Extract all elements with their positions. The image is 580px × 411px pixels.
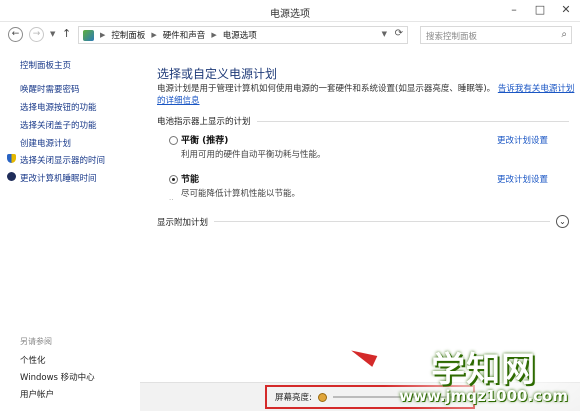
sidebar-item-lid[interactable]: 选择关闭盖子的功能 <box>20 119 97 131</box>
breadcrumb-item[interactable]: 电源选项 <box>223 29 257 41</box>
close-icon[interactable]: ✕ <box>560 4 572 16</box>
watermark-title: 学知网 <box>431 350 537 390</box>
plan-radio-balanced[interactable] <box>169 136 178 145</box>
title-bar: 电源选项 – □ ✕ <box>0 0 580 22</box>
divider <box>256 120 569 122</box>
search-input[interactable]: 搜索控制面板 ⌕ <box>420 26 572 44</box>
sidebar-item-sleep-time[interactable]: 更改计算机睡眠时间 <box>20 172 97 184</box>
plan-desc-power-saver: 尽可能降低计算机性能以节能。 <box>181 189 301 199</box>
separator-dots: ·· <box>169 196 174 204</box>
additional-plans-label[interactable]: 显示附加计划 <box>157 216 208 228</box>
see-also-user-accounts[interactable]: 用户帐户 <box>20 388 54 400</box>
address-bar: ← → ▼ ↑ ▶ 控制面板 ▶ 硬件和声音 ▶ 电源选项 ▼ ⟳ 搜索控制面板… <box>0 22 580 48</box>
moon-icon <box>7 172 16 181</box>
back-arrow-icon[interactable]: ← <box>8 27 23 42</box>
window-title: 电源选项 <box>270 9 310 20</box>
sidebar: 控制面板主页 唤醒时需要密码 选择电源按钮的功能 选择关闭盖子的功能 创建电源计… <box>0 48 140 411</box>
chevron-right-icon[interactable]: ▶ <box>151 31 156 39</box>
refresh-icon[interactable]: ⟳ <box>395 28 403 39</box>
see-also-mobility-center[interactable]: Windows 移动中心 <box>20 371 95 383</box>
page-title: 选择或自定义电源计划 <box>157 67 278 81</box>
forward-arrow-icon[interactable]: → <box>29 27 44 42</box>
search-placeholder: 搜索控制面板 <box>426 32 478 42</box>
breadcrumb-item[interactable]: 控制面板 <box>111 29 145 41</box>
up-arrow-icon[interactable]: ↑ <box>62 27 71 40</box>
chevron-right-icon[interactable]: ▶ <box>211 31 216 39</box>
brightness-label: 屏幕亮度: <box>275 393 312 403</box>
search-icon[interactable]: ⌕ <box>561 29 567 40</box>
change-plan-settings-balanced[interactable]: 更改计划设置 <box>497 134 548 146</box>
chevron-down-icon[interactable]: ▼ <box>382 30 387 38</box>
plan-radio-power-saver[interactable] <box>169 175 178 184</box>
change-plan-settings-power-saver[interactable]: 更改计划设置 <box>497 173 548 185</box>
page-description: 电源计划是用于管理计算机如何使用电源的一套硬件和系统设置(如显示器亮度、睡眠等)… <box>157 84 575 106</box>
control-panel-icon <box>83 29 94 41</box>
plan-name-power-saver[interactable]: 节能 <box>181 172 199 185</box>
sidebar-item-home[interactable]: 控制面板主页 <box>20 59 71 71</box>
watermark-url: www.jmqz1000.com <box>399 387 568 405</box>
see-also-heading: 另请参阅 <box>20 337 52 346</box>
maximize-icon[interactable]: □ <box>534 4 546 16</box>
breadcrumb-item[interactable]: 硬件和声音 <box>163 29 206 41</box>
see-also-personalize[interactable]: 个性化 <box>20 354 46 366</box>
shield-icon <box>7 154 16 163</box>
recent-pages-chevron-icon[interactable]: ▼ <box>50 30 55 38</box>
watermark: 学知网 www.jmqz1000.com <box>399 342 568 405</box>
breadcrumb[interactable]: ▶ 控制面板 ▶ 硬件和声音 ▶ 电源选项 ▼ ⟳ <box>78 26 408 44</box>
section-header: 电池指示器上显示的计划 <box>157 115 569 127</box>
sidebar-item-wake-password[interactable]: 唤醒时需要密码 <box>20 83 80 95</box>
show-additional-plans[interactable]: 显示附加计划 ⌄ <box>157 215 569 228</box>
sidebar-item-power-button[interactable]: 选择电源按钮的功能 <box>20 101 97 113</box>
section-title: 电池指示器上显示的计划 <box>157 117 251 127</box>
minimize-icon[interactable]: – <box>508 4 520 16</box>
chevron-right-icon[interactable]: ▶ <box>100 31 105 39</box>
chevron-down-icon[interactable]: ⌄ <box>556 215 569 228</box>
sun-icon <box>317 392 327 402</box>
plan-desc-balanced: 利用可用的硬件自动平衡功耗与性能。 <box>181 150 326 160</box>
divider <box>214 221 550 222</box>
sidebar-item-create-plan[interactable]: 创建电源计划 <box>20 137 71 149</box>
sidebar-item-display-off[interactable]: 选择关闭显示器的时间 <box>20 154 105 166</box>
plan-name-balanced[interactable]: 平衡 (推荐) <box>181 133 228 146</box>
